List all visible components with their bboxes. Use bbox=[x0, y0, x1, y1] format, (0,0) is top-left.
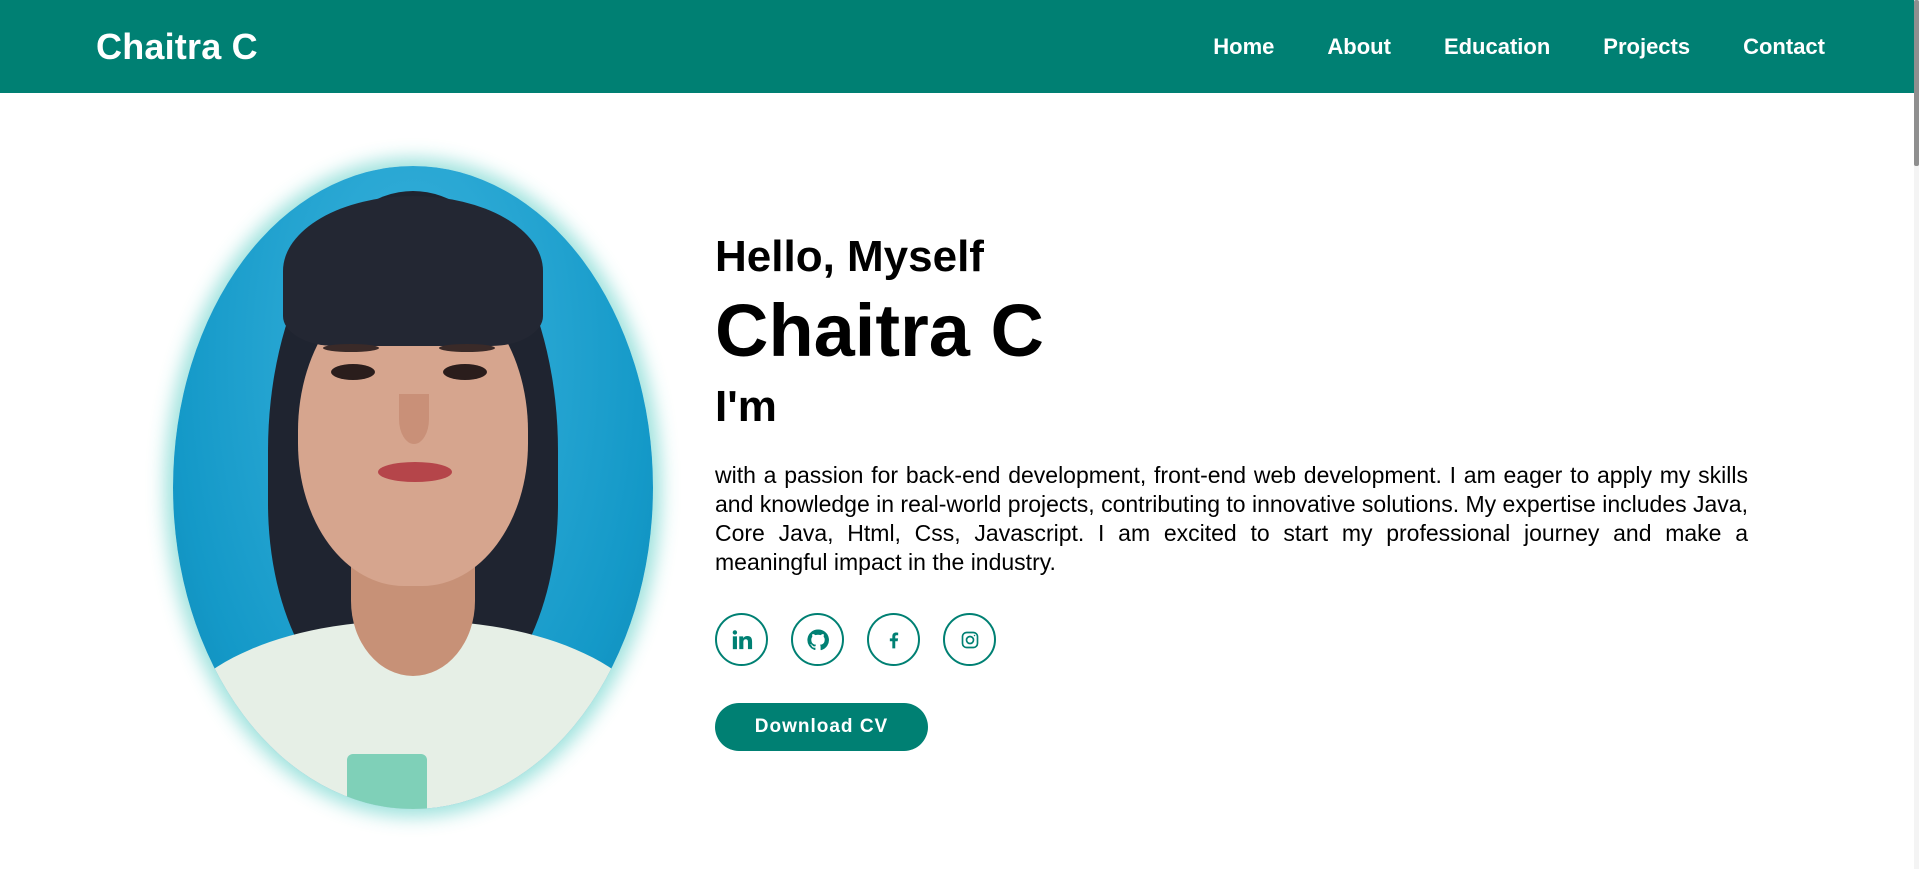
nav-link-contact[interactable]: Contact bbox=[1743, 33, 1825, 61]
facebook-icon bbox=[884, 630, 904, 650]
linkedin-link[interactable] bbox=[715, 613, 768, 666]
main-nav: Home About Education Projects Contact bbox=[1213, 33, 1825, 61]
scrollbar-thumb[interactable] bbox=[1914, 0, 1919, 166]
instagram-icon bbox=[960, 630, 980, 650]
hero-name: Chaitra C bbox=[715, 289, 1044, 372]
linkedin-icon bbox=[731, 629, 753, 651]
social-links bbox=[715, 613, 996, 666]
github-link[interactable] bbox=[791, 613, 844, 666]
nav-link-education[interactable]: Education bbox=[1444, 33, 1550, 61]
nav-link-home[interactable]: Home bbox=[1213, 33, 1274, 61]
site-brand[interactable]: Chaitra C bbox=[96, 26, 258, 68]
hero-greeting: Hello, Myself bbox=[715, 232, 984, 281]
instagram-link[interactable] bbox=[943, 613, 996, 666]
portfolio-page: Chaitra C Home About Education Projects … bbox=[0, 0, 1919, 869]
github-icon bbox=[806, 628, 830, 652]
site-header: Chaitra C Home About Education Projects … bbox=[0, 0, 1919, 93]
hero-role-prefix: I'm bbox=[715, 382, 777, 431]
download-cv-button[interactable]: Download CV bbox=[715, 703, 928, 751]
hero-bio: with a passion for back-end development,… bbox=[715, 462, 1748, 575]
profile-photo bbox=[173, 166, 653, 809]
page-scrollbar[interactable] bbox=[1914, 0, 1919, 869]
facebook-link[interactable] bbox=[867, 613, 920, 666]
nav-link-projects[interactable]: Projects bbox=[1603, 33, 1690, 61]
nav-link-about[interactable]: About bbox=[1327, 33, 1391, 61]
